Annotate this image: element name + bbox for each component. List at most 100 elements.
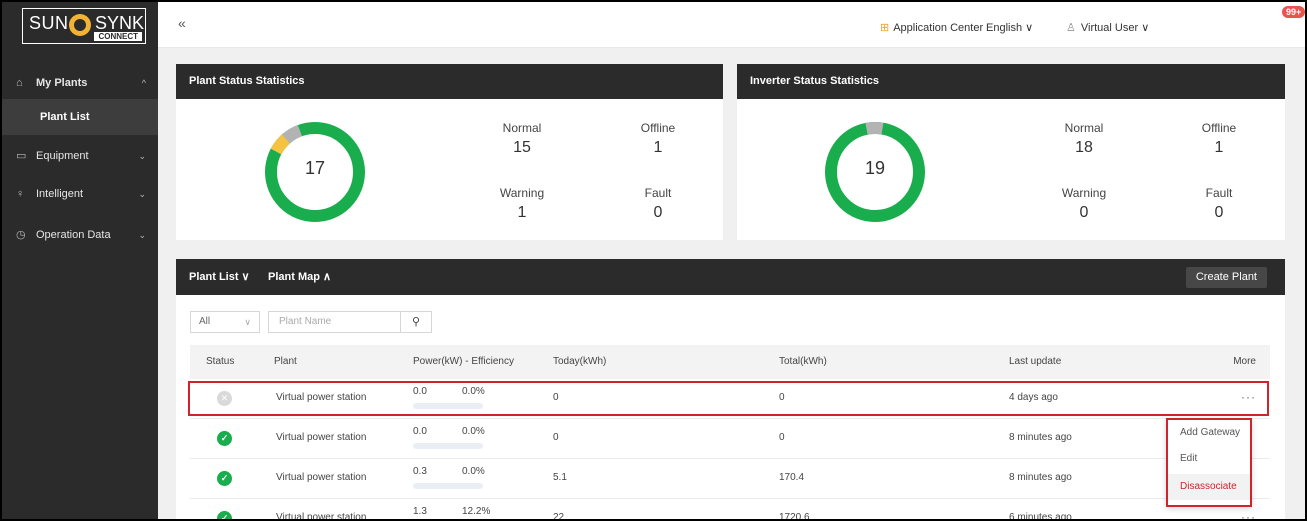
stat-offline: Offline 1 — [1179, 121, 1259, 157]
stat-value: 1 — [517, 204, 527, 221]
stat-value: 0 — [653, 204, 663, 221]
search-icon: ⚲ — [411, 316, 421, 328]
row-actions-menu: Add Gateway Edit Disassociate — [1166, 418, 1252, 507]
tab-plant-list[interactable]: Plant List ∨ — [189, 270, 250, 283]
app-window: SUN SYNK CONNECT ⌂ My Plants ^ Plant List… — [0, 0, 1307, 521]
column-header: Total(kWh) — [779, 356, 827, 367]
stat-value: 0 — [1214, 204, 1224, 221]
stat-offline: Offline 1 — [618, 121, 698, 157]
table-row[interactable]: ✓ Virtual power station 1.3 12.2% 22 172… — [190, 499, 1270, 521]
plant-name[interactable]: Virtual power station — [276, 472, 366, 483]
sidebar-item-label: Operation Data — [36, 229, 111, 241]
total-value: 1720.6 — [779, 512, 810, 521]
application-center-link[interactable]: ⊞ Application Center — [880, 21, 983, 34]
efficiency-value: 12.2% — [462, 506, 491, 517]
panel-title: Plant Status Statistics — [176, 64, 723, 99]
stat-label: Fault — [1205, 186, 1233, 200]
home-icon: ⌂ — [16, 77, 23, 89]
plant-name[interactable]: Virtual power station — [276, 512, 366, 519]
column-header: Today(kWh) — [553, 356, 607, 367]
user-icon: ♙ — [1066, 22, 1076, 34]
inverter-total: 19 — [864, 158, 886, 178]
sun-icon — [69, 14, 91, 36]
plant-table: Status Plant Power(kW) - Efficiency Toda… — [190, 345, 1270, 521]
table-row[interactable]: ✓ Virtual power station 0.0 0.0% 0 0 8 m… — [190, 419, 1270, 459]
sidebar-item-label: Equipment — [36, 150, 89, 162]
create-plant-button[interactable]: Create Plant — [1185, 267, 1267, 288]
table-header: Status Plant Power(kW) - Efficiency Toda… — [190, 345, 1270, 379]
stat-value: 0 — [1079, 204, 1089, 221]
plant-status-panel: Plant Status Statistics 17 Normal 15 Off… — [176, 64, 723, 240]
sidebar-item-intelligent[interactable]: ♀ Intelligent ⌄ — [2, 175, 158, 213]
top-bar: « ⊞ Application Center English ∨ ♙ Virtual… — [158, 2, 1305, 48]
stat-value: 15 — [513, 139, 531, 156]
panel-title: Inverter Status Statistics — [737, 64, 1285, 99]
user-name: Virtual User ∨ — [1080, 22, 1150, 34]
grid-icon: ⊞ — [880, 22, 890, 34]
highlighted-row-outline — [188, 381, 1269, 416]
sidebar-subitem-plant-list[interactable]: Plant List — [2, 99, 158, 135]
efficiency-bar — [413, 483, 483, 489]
stat-fault: Fault 0 — [1179, 186, 1259, 222]
plant-name-search-input[interactable]: Plant Name — [268, 311, 401, 333]
stat-label: Offline — [640, 121, 676, 135]
power-value: 1.3 — [413, 506, 427, 517]
last-update-value: 8 minutes ago — [1009, 472, 1072, 483]
menu-item-add-gateway[interactable]: Add Gateway — [1168, 420, 1250, 446]
language-select[interactable]: English ∨ — [986, 21, 1033, 34]
today-value: 0 — [553, 432, 559, 443]
stat-normal: Normal 18 — [1044, 121, 1124, 157]
more-actions-button[interactable]: ··· — [1241, 510, 1256, 519]
stat-label: Normal — [502, 121, 542, 135]
plant-total: 17 — [304, 158, 326, 178]
logo-text-right: SYNK — [95, 13, 145, 33]
efficiency-value: 0.0% — [462, 426, 485, 437]
user-menu[interactable]: ♙ Virtual User ∨ — [1066, 21, 1149, 34]
menu-item-edit[interactable]: Edit — [1168, 446, 1250, 472]
check-icon: ✓ — [217, 471, 232, 486]
stat-label: Fault — [644, 186, 672, 200]
stat-normal: Normal 15 — [482, 121, 562, 157]
efficiency-bar — [413, 443, 483, 449]
check-icon: ✓ — [217, 511, 232, 519]
notification-badge[interactable]: 99+ — [1282, 6, 1305, 18]
stat-label: Warning — [499, 186, 545, 200]
total-value: 0 — [779, 432, 785, 443]
collapse-sidebar-button[interactable]: « — [178, 15, 186, 31]
chevron-down-icon: ⌄ — [138, 189, 146, 199]
sidebar: SUN SYNK CONNECT ⌂ My Plants ^ Plant List… — [2, 2, 158, 519]
column-header: Plant — [274, 356, 297, 367]
clock-icon: ◷ — [16, 229, 26, 241]
stat-warning: Warning 0 — [1044, 186, 1124, 222]
today-value: 22 — [553, 512, 565, 521]
search-button[interactable]: ⚲ — [400, 311, 432, 333]
logo-tag: CONNECT — [94, 32, 142, 41]
sidebar-item-my-plants[interactable]: ⌂ My Plants ^ — [2, 64, 158, 102]
column-header: Status — [206, 356, 235, 367]
stat-value: 1 — [1214, 139, 1224, 156]
stat-label: Offline — [1201, 121, 1237, 135]
power-value: 0.0 — [413, 426, 427, 437]
logo: SUN SYNK CONNECT — [22, 8, 146, 44]
stat-value: 18 — [1075, 139, 1093, 156]
table-row[interactable]: ✓ Virtual power station 0.3 0.0% 5.1 170… — [190, 459, 1270, 499]
menu-item-disassociate[interactable]: Disassociate — [1168, 474, 1250, 500]
column-header: More — [1233, 356, 1256, 367]
sidebar-item-label: My Plants — [36, 77, 88, 89]
status-filter-select[interactable]: All ∨ — [190, 311, 260, 333]
power-value: 0.3 — [413, 466, 427, 477]
efficiency-value: 0.0% — [462, 466, 485, 477]
last-update-value: 8 minutes ago — [1009, 432, 1072, 443]
sidebar-item-operation-data[interactable]: ◷ Operation Data ⌄ — [2, 216, 158, 254]
today-value: 5.1 — [553, 472, 567, 483]
tab-plant-map[interactable]: Plant Map ∧ — [268, 270, 331, 283]
stat-fault: Fault 0 — [618, 186, 698, 222]
stat-label: Warning — [1061, 186, 1107, 200]
plant-name[interactable]: Virtual power station — [276, 432, 366, 443]
chevron-up-icon: ^ — [141, 78, 146, 88]
device-icon: ▭ — [16, 150, 27, 162]
chevron-down-icon: ⌄ — [138, 230, 146, 240]
last-update-value: 6 minutes ago — [1009, 512, 1072, 521]
stat-value: 1 — [653, 139, 663, 156]
sidebar-item-equipment[interactable]: ▭ Equipment ⌄ — [2, 137, 158, 175]
